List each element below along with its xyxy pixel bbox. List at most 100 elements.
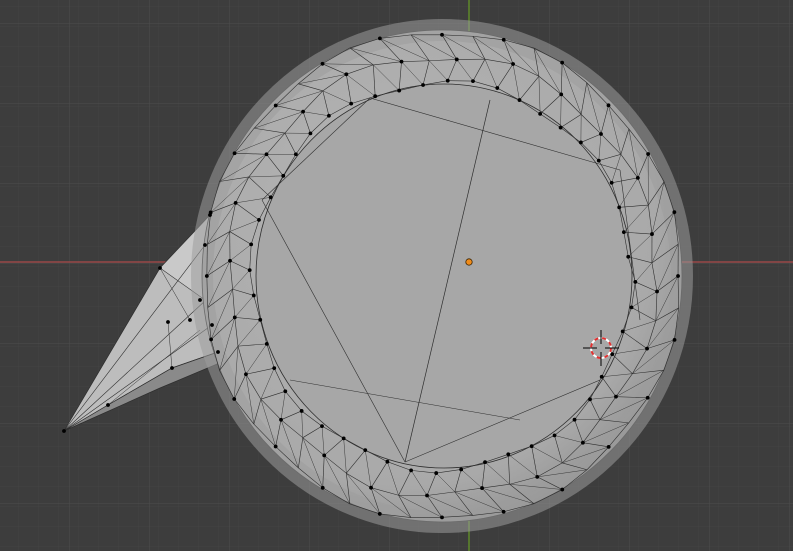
mesh-vertex[interactable] <box>293 152 298 157</box>
mesh-vertex[interactable] <box>629 305 634 310</box>
mesh-vertex[interactable] <box>299 409 304 413</box>
mesh-vertex[interactable] <box>216 350 220 354</box>
mesh-vertex[interactable] <box>645 395 650 400</box>
mesh-vertex[interactable] <box>377 512 382 516</box>
mesh-vertex[interactable] <box>369 485 373 490</box>
mesh-vertex[interactable] <box>228 258 232 263</box>
mesh-vertex[interactable] <box>198 298 202 302</box>
mesh-vertex[interactable] <box>676 274 680 278</box>
mesh-vertex[interactable] <box>409 468 414 473</box>
mesh-vertex[interactable] <box>320 61 325 66</box>
mesh-vertex[interactable] <box>301 109 305 114</box>
mesh-vertex[interactable] <box>203 243 207 247</box>
mesh-vertex[interactable] <box>257 217 261 222</box>
mesh-vertex[interactable] <box>264 341 269 346</box>
mesh-vertex[interactable] <box>320 424 324 429</box>
mesh-vertex[interactable] <box>501 37 506 42</box>
mesh-vertex[interactable] <box>434 471 439 475</box>
mesh-vertex[interactable] <box>529 444 534 449</box>
mesh-vertex[interactable] <box>363 448 368 453</box>
mesh-vertex[interactable] <box>511 62 515 66</box>
mesh-vertex[interactable] <box>552 433 557 438</box>
mesh-vertex[interactable] <box>273 444 278 449</box>
mesh-vertex[interactable] <box>645 346 649 351</box>
mesh-vertex[interactable] <box>454 57 459 62</box>
mesh-vertex[interactable] <box>283 389 288 394</box>
mesh-vertex[interactable] <box>495 86 500 90</box>
mesh-vertex[interactable] <box>560 487 565 492</box>
mesh-vertex[interactable] <box>399 59 404 64</box>
mesh-vertex[interactable] <box>264 152 269 157</box>
mesh-vertex[interactable] <box>599 132 603 136</box>
mesh-vertex[interactable] <box>232 397 237 401</box>
mesh-vertex[interactable] <box>272 366 277 371</box>
mesh-vertex[interactable] <box>620 329 625 334</box>
mesh-vertex[interactable] <box>535 474 540 479</box>
viewport-canvas[interactable] <box>0 0 793 551</box>
mesh-vertex[interactable] <box>506 452 511 457</box>
mesh-vertex[interactable] <box>281 173 286 178</box>
mesh-vertex[interactable] <box>170 366 174 370</box>
mesh-vertex[interactable] <box>471 79 475 83</box>
mesh-vertex[interactable] <box>635 175 640 180</box>
mesh-vertex[interactable] <box>62 429 66 433</box>
mesh-vertex[interactable] <box>626 254 631 259</box>
mesh-vertex[interactable] <box>204 274 209 278</box>
mesh-vertex[interactable] <box>232 151 237 156</box>
mesh-vertex[interactable] <box>385 459 390 464</box>
mesh-vertex[interactable] <box>247 268 252 273</box>
mesh-vertex[interactable] <box>244 372 248 377</box>
mesh-vertex[interactable] <box>606 444 611 449</box>
mesh-vertex[interactable] <box>517 98 522 102</box>
mesh-vertex[interactable] <box>614 394 618 399</box>
mesh-vertex[interactable] <box>558 125 563 130</box>
mesh-vertex[interactable] <box>308 131 313 136</box>
mesh-vertex[interactable] <box>349 101 354 106</box>
mesh-vertex[interactable] <box>373 94 378 99</box>
mesh-vertex[interactable] <box>251 293 256 298</box>
mesh-vertex[interactable] <box>440 32 444 37</box>
mesh-vertex[interactable] <box>232 315 237 320</box>
mesh-vertex[interactable] <box>572 417 577 422</box>
mesh-vertex[interactable] <box>672 210 677 215</box>
mesh-vertex[interactable] <box>655 289 659 294</box>
mesh-vertex[interactable] <box>258 317 263 322</box>
mesh-vertex[interactable] <box>344 72 349 77</box>
mesh-vertex[interactable] <box>397 88 402 93</box>
mesh-vertex[interactable] <box>421 83 425 87</box>
mesh-vertex[interactable] <box>480 486 484 490</box>
mesh-vertex[interactable] <box>580 440 585 445</box>
mesh-vertex[interactable] <box>672 337 677 342</box>
mesh-vertex[interactable] <box>599 374 604 379</box>
mesh-vertex[interactable] <box>538 111 543 116</box>
mesh-vertex[interactable] <box>209 337 213 342</box>
3d-viewport[interactable] <box>0 0 793 551</box>
mesh-vertex[interactable] <box>445 78 450 83</box>
mesh-vertex[interactable] <box>158 266 162 270</box>
mesh-vertex[interactable] <box>559 92 564 97</box>
mesh-vertex[interactable] <box>279 417 283 422</box>
mesh-vertex[interactable] <box>166 320 170 324</box>
mesh-vertex[interactable] <box>233 201 238 205</box>
mesh-vertex[interactable] <box>208 213 212 217</box>
mesh-vertex[interactable] <box>578 140 583 145</box>
mesh-vertex[interactable] <box>320 485 325 490</box>
mesh-vertex[interactable] <box>501 509 506 514</box>
mesh-vertex[interactable] <box>617 205 622 210</box>
mesh-vertex[interactable] <box>210 323 214 327</box>
mesh-vertex[interactable] <box>646 152 651 156</box>
mesh-vertex[interactable] <box>606 103 611 108</box>
mesh-vertex[interactable] <box>621 230 626 235</box>
mesh-vertex[interactable] <box>273 103 278 108</box>
mesh-vertex[interactable] <box>650 232 654 236</box>
mesh-vertex[interactable] <box>596 158 601 163</box>
mesh-vertex[interactable] <box>425 493 429 498</box>
mesh-vertex[interactable] <box>268 195 273 200</box>
mesh-vertex[interactable] <box>188 318 192 322</box>
mesh-vertex[interactable] <box>560 60 565 65</box>
object-origin-point[interactable] <box>465 258 473 266</box>
mesh-vertex[interactable] <box>483 460 487 465</box>
mesh-vertex[interactable] <box>341 436 346 441</box>
mesh-vertex[interactable] <box>377 36 382 41</box>
mesh-vertex[interactable] <box>327 113 331 118</box>
